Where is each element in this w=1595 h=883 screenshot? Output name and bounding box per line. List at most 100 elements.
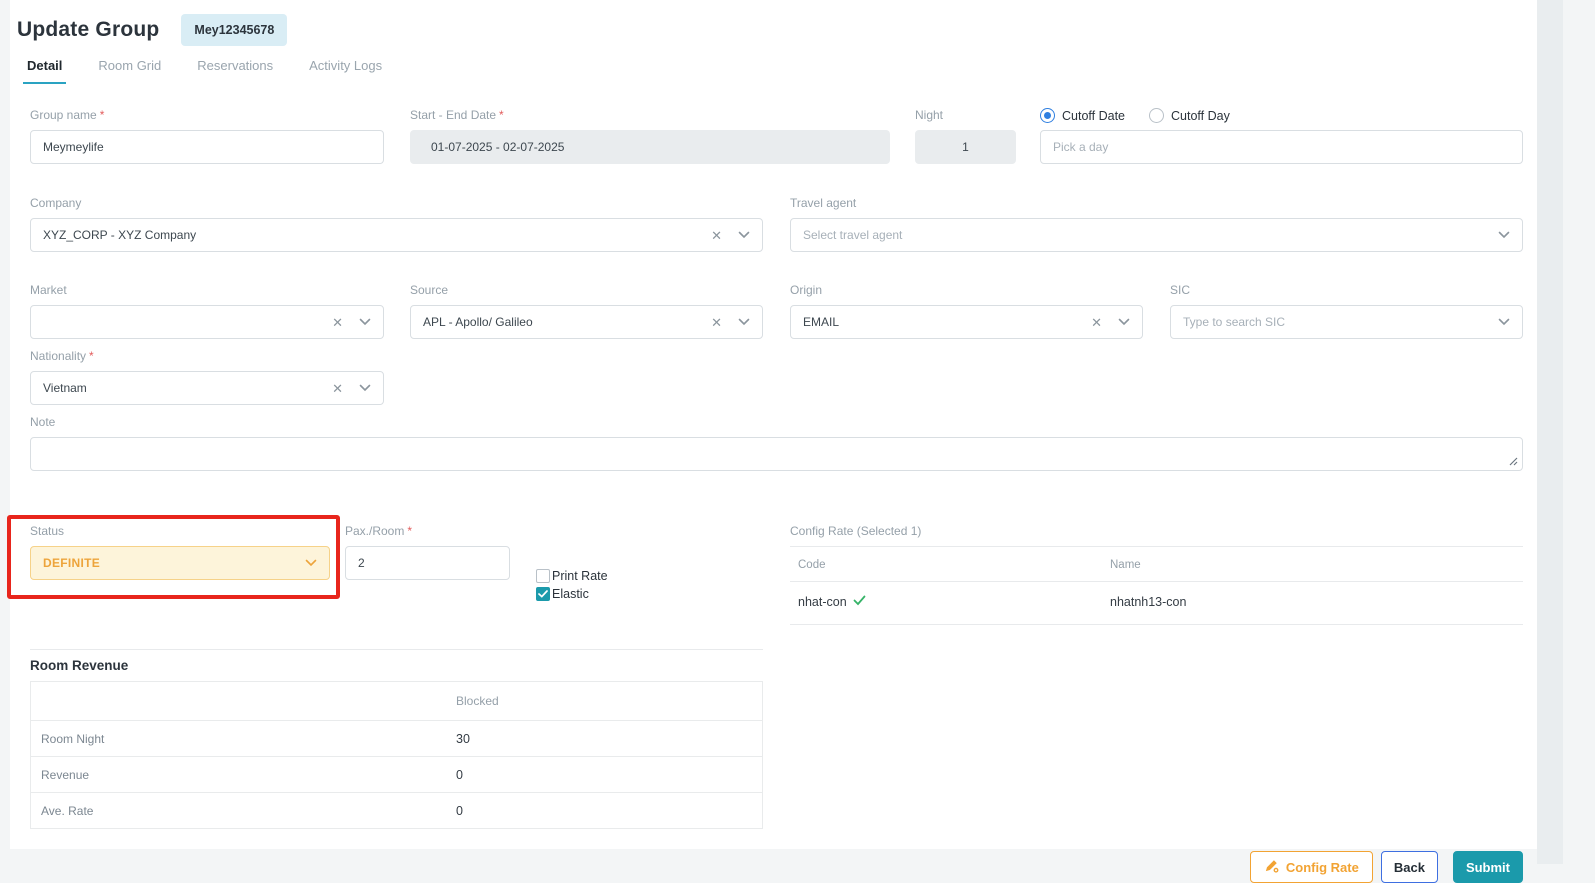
code-column-header: Code — [790, 559, 1110, 571]
row-value: 0 — [456, 768, 463, 782]
origin-field: Origin EMAIL ✕ — [790, 283, 1143, 339]
row-value: 0 — [456, 804, 463, 818]
cutoff-date-label: Cutoff Date — [1062, 109, 1125, 123]
config-rate-button[interactable]: Config Rate — [1250, 851, 1373, 883]
rate-options-group: Print Rate Elastic — [536, 544, 608, 625]
room-revenue-table: Blocked Room Night 30 Revenue 0 Ave. Rat… — [30, 681, 763, 829]
status-label: Status — [30, 524, 330, 539]
travel-agent-select[interactable]: Select travel agent — [790, 218, 1523, 252]
cutoff-day-picker-input[interactable] — [1040, 130, 1523, 164]
company-value: XYZ_CORP - XYZ Company — [43, 228, 711, 242]
divider — [30, 649, 763, 650]
note-textarea[interactable] — [30, 437, 1523, 471]
row-label: Room Night — [31, 732, 456, 746]
tab-reservations[interactable]: Reservations — [193, 58, 277, 84]
source-value: APL - Apollo/ Galileo — [423, 315, 711, 329]
group-code-badge: Mey12345678 — [181, 14, 287, 46]
action-bar: Config Rate Back Submit — [30, 851, 1523, 883]
chevron-down-icon[interactable] — [359, 384, 371, 392]
source-select[interactable]: APL - Apollo/ Galileo ✕ — [410, 305, 763, 339]
sic-label: SIC — [1170, 283, 1523, 298]
pax-room-input[interactable] — [345, 546, 510, 580]
elastic-checkbox[interactable]: Elastic — [536, 585, 608, 603]
group-name-input[interactable] — [30, 130, 384, 164]
table-row: Room Night 30 — [31, 720, 762, 756]
note-field: Note — [30, 415, 1523, 476]
row-value: 30 — [456, 732, 470, 746]
clear-icon[interactable]: ✕ — [1091, 316, 1102, 329]
clear-icon[interactable]: ✕ — [332, 382, 343, 395]
travel-agent-placeholder: Select travel agent — [803, 228, 1498, 242]
clear-icon[interactable]: ✕ — [332, 316, 343, 329]
table-row: Ave. Rate 0 — [31, 792, 762, 828]
origin-value: EMAIL — [803, 315, 1091, 329]
status-field: Status DEFINITE — [30, 524, 330, 625]
chevron-down-icon[interactable] — [1498, 231, 1510, 239]
tab-detail[interactable]: Detail — [23, 58, 66, 84]
rate-code: nhat-con — [798, 595, 847, 609]
config-rate-table-header: Code Name — [790, 547, 1523, 581]
cutoff-field: Cutoff Date Cutoff Day — [1040, 108, 1523, 164]
tab-activity-logs[interactable]: Activity Logs — [305, 58, 386, 84]
tab-bar: Detail Room Grid Reservations Activity L… — [10, 58, 1537, 84]
print-rate-checkbox[interactable]: Print Rate — [536, 567, 608, 585]
status-value: DEFINITE — [43, 556, 305, 570]
submit-button[interactable]: Submit — [1453, 851, 1523, 883]
sic-select[interactable]: Type to search SIC — [1170, 305, 1523, 339]
cutoff-date-radio[interactable]: Cutoff Date — [1040, 108, 1125, 123]
back-button[interactable]: Back — [1381, 851, 1438, 883]
elastic-label: Elastic — [552, 587, 589, 601]
green-check-icon — [853, 595, 866, 609]
detail-form: Group name* Start - End Date* Night — [10, 108, 1537, 883]
source-field: Source APL - Apollo/ Galileo ✕ — [410, 283, 763, 339]
cutoff-day-label: Cutoff Day — [1171, 109, 1230, 123]
chevron-down-icon[interactable] — [305, 559, 317, 567]
sic-field: SIC Type to search SIC — [1170, 283, 1523, 339]
table-row: Revenue 0 — [31, 756, 762, 792]
market-label: Market — [30, 283, 384, 298]
required-asterisk: * — [89, 349, 94, 364]
config-rate-title: Config Rate (Selected 1) — [790, 524, 1523, 538]
market-select[interactable]: ✕ — [30, 305, 384, 339]
name-column-header: Name — [1110, 559, 1141, 571]
chevron-down-icon[interactable] — [1118, 318, 1130, 326]
radio-unselected-icon — [1149, 108, 1164, 123]
chevron-down-icon[interactable] — [738, 318, 750, 326]
origin-label: Origin — [790, 283, 1143, 298]
row-label: Ave. Rate — [31, 804, 456, 818]
company-field: Company XYZ_CORP - XYZ Company ✕ — [30, 196, 763, 252]
checkbox-checked-icon — [536, 587, 550, 601]
status-select[interactable]: DEFINITE — [30, 546, 330, 580]
rate-name: nhatnh13-con — [1110, 595, 1186, 609]
company-label: Company — [30, 196, 763, 211]
chevron-down-icon[interactable] — [359, 318, 371, 326]
update-group-panel: Update Group Mey12345678 Detail Room Gri… — [10, 0, 1537, 849]
clear-icon[interactable]: ✕ — [711, 316, 722, 329]
nationality-value: Vietnam — [43, 381, 332, 395]
chevron-down-icon[interactable] — [1498, 318, 1510, 326]
blocked-column-header: Blocked — [456, 694, 499, 708]
date-range-input — [410, 130, 890, 164]
company-select[interactable]: XYZ_CORP - XYZ Company ✕ — [30, 218, 763, 252]
checkbox-unchecked-icon — [536, 569, 550, 583]
night-field: Night — [915, 108, 1016, 164]
required-asterisk: * — [499, 108, 504, 123]
travel-agent-field: Travel agent Select travel agent — [790, 196, 1523, 252]
chevron-down-icon[interactable] — [738, 231, 750, 239]
status-pax-group: Status DEFINITE Pax./Room* — [30, 524, 763, 625]
scrollbar-gutter[interactable] — [1537, 0, 1563, 864]
pen-gear-icon — [1264, 858, 1279, 876]
pax-room-field: Pax./Room* — [345, 524, 510, 625]
cutoff-day-radio[interactable]: Cutoff Day — [1149, 108, 1230, 123]
config-rate-row[interactable]: nhat-con nhatnh13-con — [790, 582, 1523, 625]
market-field: Market ✕ — [30, 283, 384, 339]
clear-icon[interactable]: ✕ — [711, 229, 722, 242]
date-range-label: Start - End Date* — [410, 108, 890, 123]
night-label: Night — [915, 108, 1016, 123]
resize-handle-icon[interactable] — [1509, 453, 1518, 471]
origin-select[interactable]: EMAIL ✕ — [790, 305, 1143, 339]
tab-room-grid[interactable]: Room Grid — [94, 58, 165, 84]
nationality-select[interactable]: Vietnam ✕ — [30, 371, 384, 405]
note-label: Note — [30, 415, 1523, 430]
night-input — [915, 130, 1016, 164]
